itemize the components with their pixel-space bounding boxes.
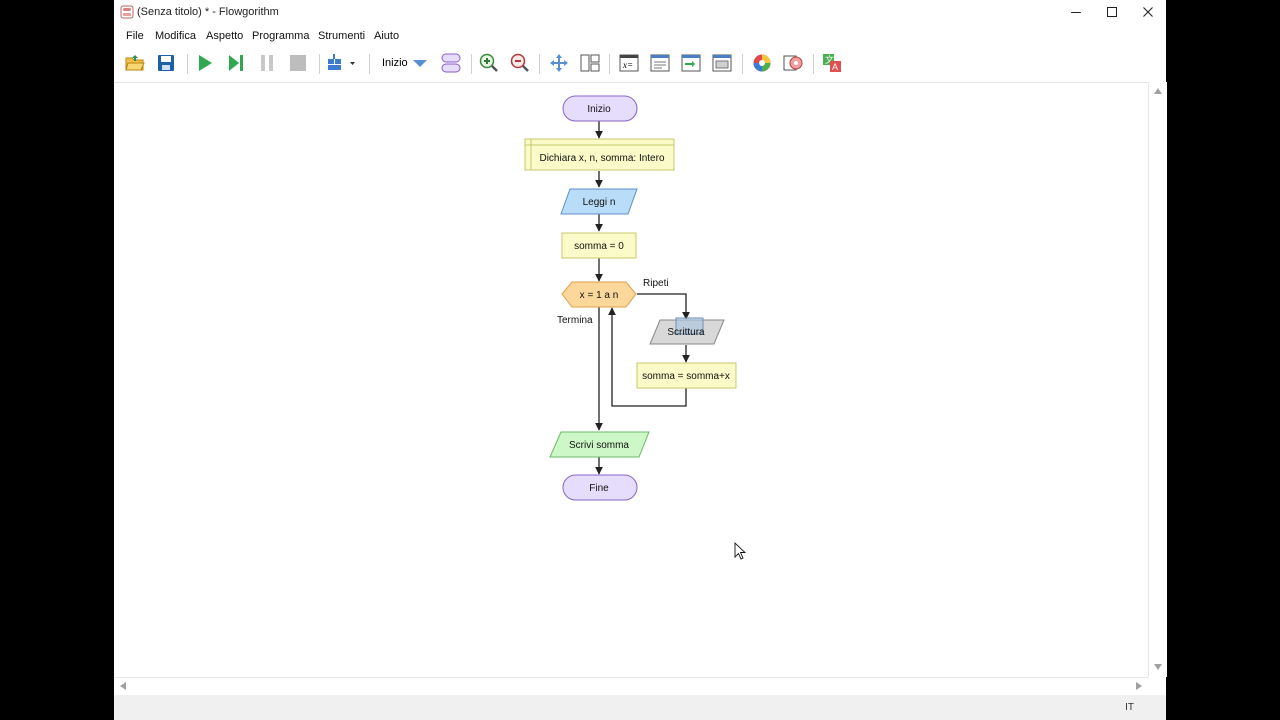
export-image-button[interactable] xyxy=(781,51,805,75)
save-button[interactable] xyxy=(154,51,178,75)
flowgorithm-app-icon xyxy=(120,5,134,19)
toolbar: Inizio x= 文 A xyxy=(114,48,1166,80)
console-button[interactable] xyxy=(679,51,703,75)
open-button[interactable] xyxy=(123,51,147,75)
output-placeholder-label: Scrittura xyxy=(667,327,705,338)
menu-aiuto[interactable]: Aiuto xyxy=(374,30,399,42)
function-manager-button[interactable] xyxy=(439,51,463,75)
start-label: Inizio xyxy=(587,104,611,115)
menu-bar: File Modifica Aspetto Programma Strument… xyxy=(114,27,1166,45)
menu-file[interactable]: File xyxy=(126,30,144,42)
source-code-icon xyxy=(650,54,670,72)
close-icon xyxy=(1143,7,1153,17)
for-loop-label: x = 1 a n xyxy=(580,290,619,301)
zoom-in-button[interactable] xyxy=(477,51,501,75)
window-title: (Senza titolo) * - Flowgorithm xyxy=(137,6,279,18)
menu-programma[interactable]: Programma xyxy=(252,30,309,42)
title-bar: (Senza titolo) * - Flowgorithm xyxy=(114,0,1166,26)
zoom-in-icon xyxy=(479,53,498,72)
translate-button[interactable]: 文 A xyxy=(820,51,844,75)
flowchart-canvas[interactable]: Inizio Dichiara x, n, somma: Intero Legg… xyxy=(114,82,1148,678)
chart-window-button[interactable] xyxy=(710,51,734,75)
svg-text:x=: x= xyxy=(622,60,633,70)
color-wheel-icon xyxy=(753,54,771,72)
move-icon xyxy=(550,54,568,72)
layout-toggle-button[interactable] xyxy=(578,51,602,75)
color-scheme-button[interactable] xyxy=(750,51,774,75)
functions-icon xyxy=(441,53,461,73)
scroll-right-icon xyxy=(1136,682,1142,690)
pause-button[interactable] xyxy=(255,51,279,75)
assign-loop-label: somma = somma+x xyxy=(642,371,730,382)
step-button[interactable] xyxy=(224,51,248,75)
status-bar: IT xyxy=(114,695,1166,720)
layout-dropdown[interactable] xyxy=(408,51,432,75)
zoom-out-button[interactable] xyxy=(508,51,532,75)
minimize-button[interactable] xyxy=(1058,0,1094,24)
play-icon xyxy=(199,55,212,71)
maximize-button[interactable] xyxy=(1094,0,1130,24)
pause-icon xyxy=(261,55,273,71)
stop-icon xyxy=(290,55,306,71)
scroll-left-icon xyxy=(120,682,126,690)
chevron-down-icon xyxy=(413,60,427,67)
windows-icon xyxy=(712,54,732,72)
svg-text:A: A xyxy=(832,62,838,72)
layout-icon xyxy=(580,54,600,72)
save-icon xyxy=(158,55,174,71)
step-icon xyxy=(229,55,243,71)
speed-icon xyxy=(328,54,355,70)
layout-label[interactable]: Inizio xyxy=(382,57,408,69)
export-image-icon xyxy=(783,55,803,71)
vertical-scrollbar[interactable] xyxy=(1148,82,1167,677)
variable-watch-button[interactable]: x= xyxy=(617,51,641,75)
stop-button[interactable] xyxy=(286,51,310,75)
mouse-cursor-icon xyxy=(734,541,747,560)
console-icon xyxy=(681,54,701,72)
input-label: Leggi n xyxy=(583,197,616,208)
scroll-down-icon xyxy=(1154,664,1162,670)
scroll-up-icon xyxy=(1154,88,1162,94)
output-label: Scrivi somma xyxy=(569,440,629,451)
locale-indicator: IT xyxy=(1125,702,1134,713)
run-speed-dropdown[interactable] xyxy=(326,51,358,75)
close-button[interactable] xyxy=(1130,0,1166,24)
menu-modifica[interactable]: Modifica xyxy=(155,30,196,42)
maximize-icon xyxy=(1107,7,1117,17)
end-label: Fine xyxy=(589,483,609,494)
run-button[interactable] xyxy=(193,51,217,75)
translate-icon: 文 A xyxy=(823,54,841,72)
pan-button[interactable] xyxy=(547,51,571,75)
loop-true-label: Ripeti xyxy=(643,278,669,289)
zoom-out-icon xyxy=(510,53,529,72)
source-code-button[interactable] xyxy=(648,51,672,75)
loop-exit-label: Termina xyxy=(557,315,593,326)
assign-init-label: somma = 0 xyxy=(574,241,624,252)
minimize-icon xyxy=(1071,12,1081,13)
declare-label: Dichiara x, n, somma: Intero xyxy=(539,153,664,164)
variable-icon: x= xyxy=(619,54,639,72)
menu-aspetto[interactable]: Aspetto xyxy=(206,30,243,42)
horizontal-scrollbar[interactable] xyxy=(114,677,1148,695)
folder-open-icon xyxy=(125,55,145,71)
menu-strumenti[interactable]: Strumenti xyxy=(318,30,365,42)
flowgorithm-window: (Senza titolo) * - Flowgorithm File Modi… xyxy=(114,0,1167,720)
